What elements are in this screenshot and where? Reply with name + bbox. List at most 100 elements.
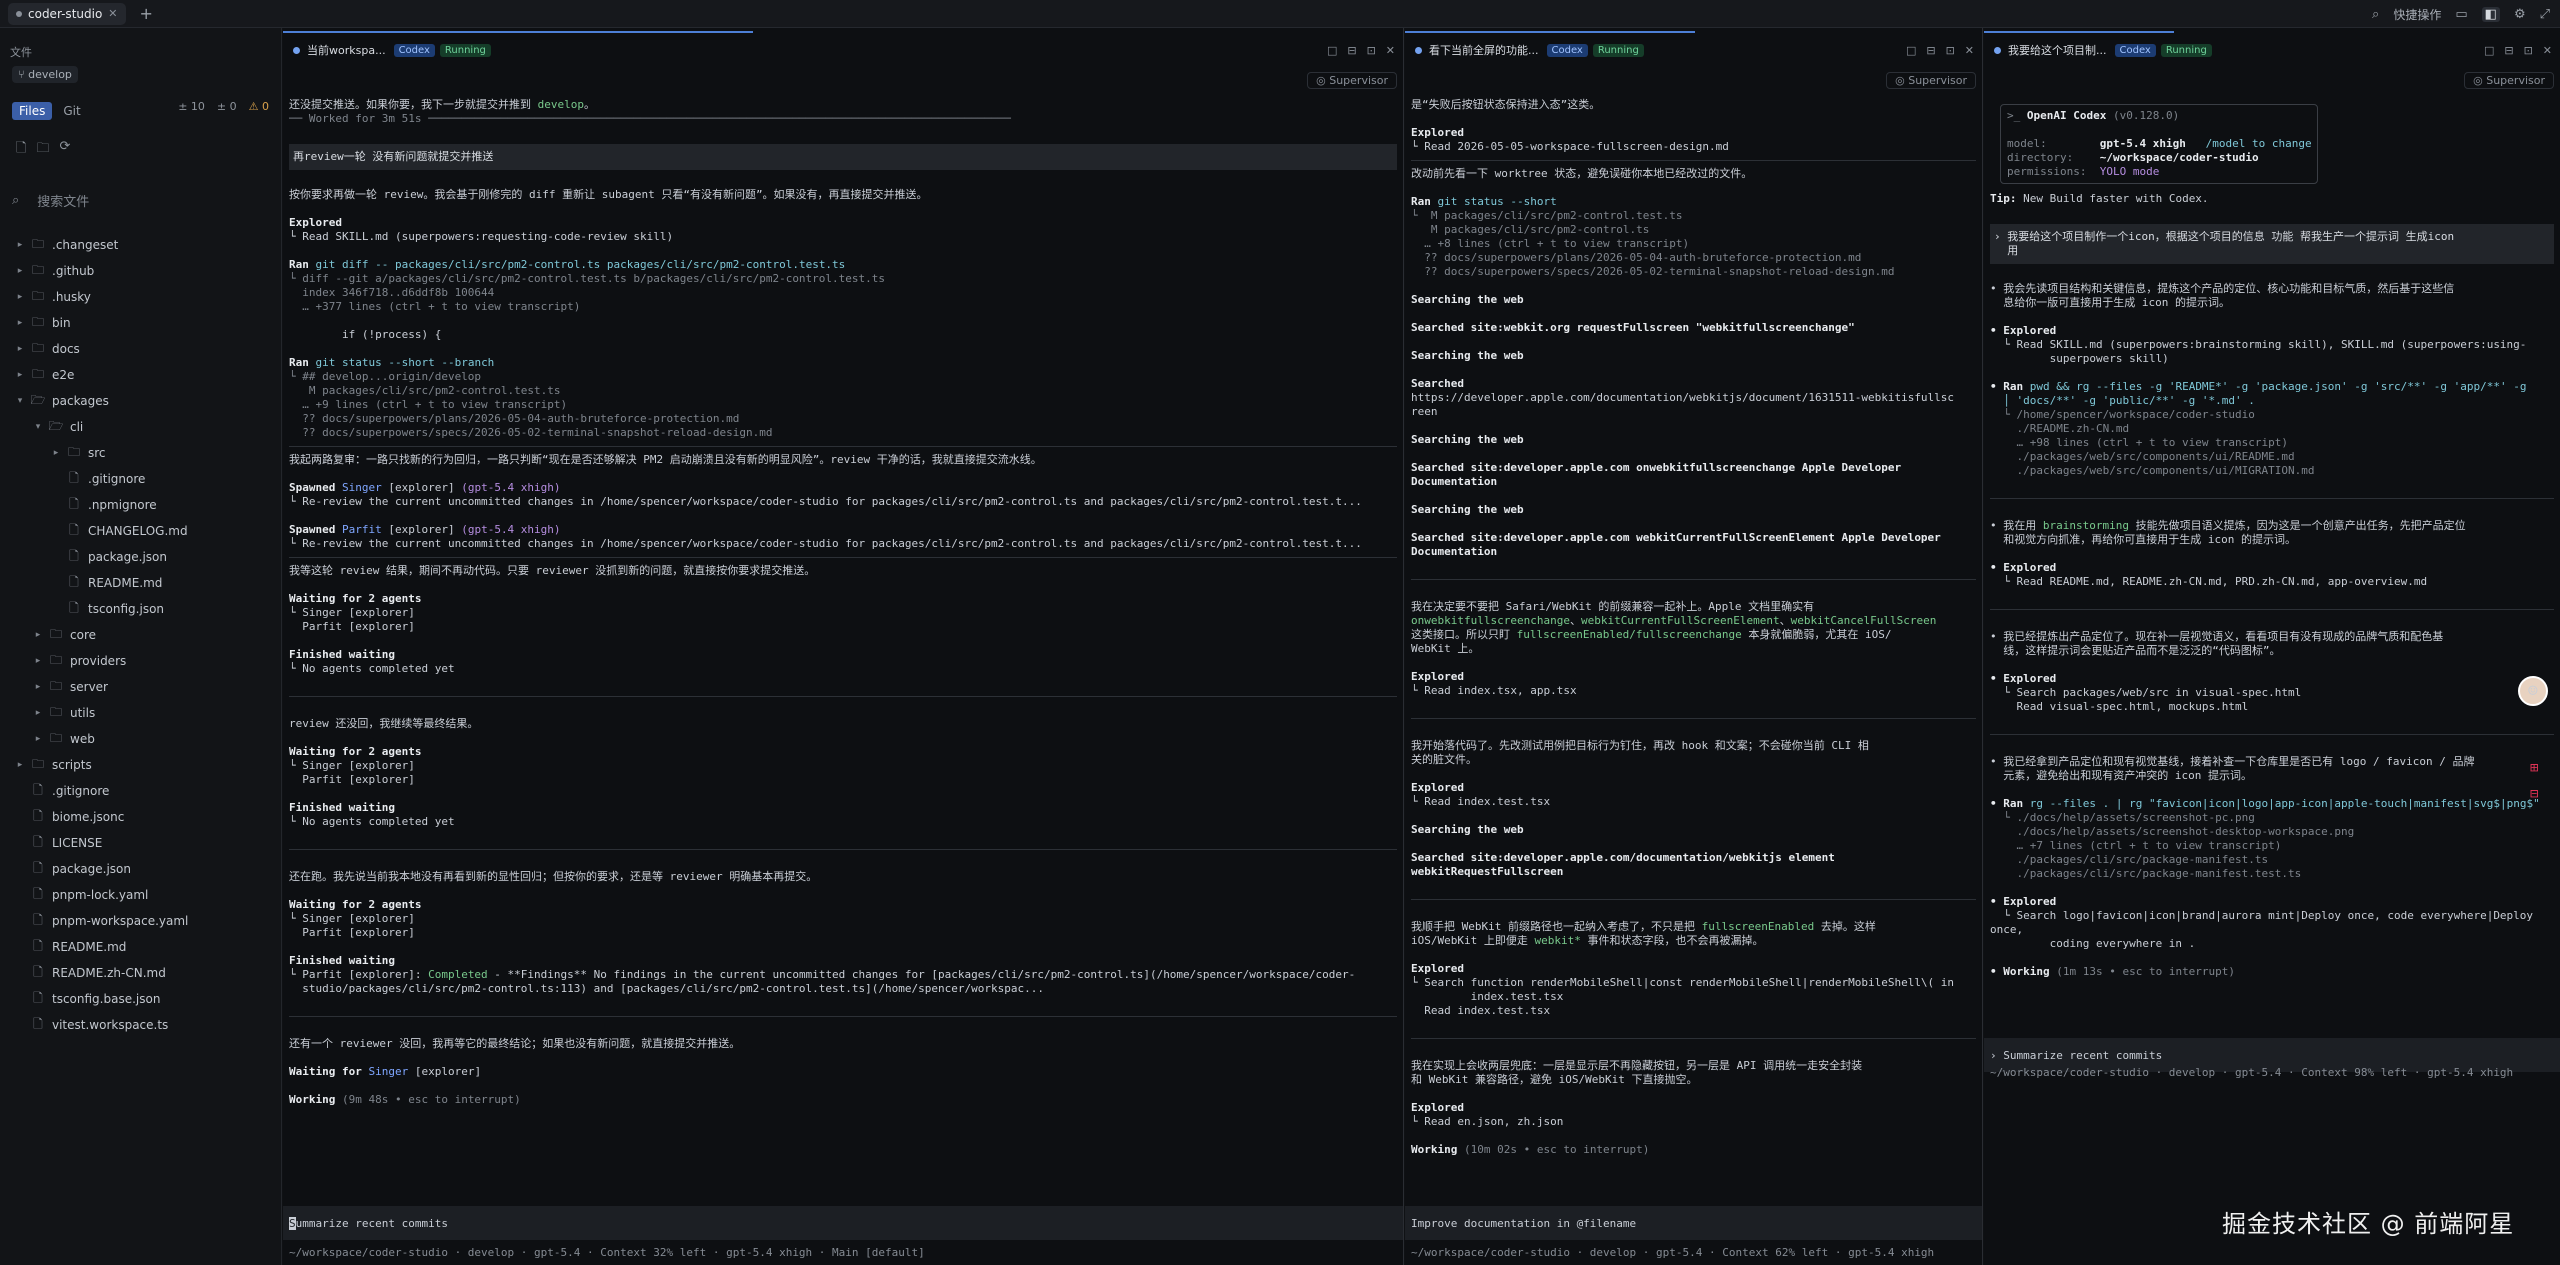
close-icon[interactable]: ✕: [1386, 44, 1395, 57]
tree-folder[interactable]: ▾ 🗁 packages: [0, 388, 282, 414]
tree-file[interactable]: 🗋 package.json: [0, 544, 282, 570]
split-layout-icon[interactable]: ◧: [2481, 6, 2500, 22]
tree-folder[interactable]: ▸ 🗀 server: [0, 674, 282, 700]
close-icon[interactable]: ✕: [2543, 44, 2552, 57]
prompt-input[interactable]: Summarize recent commits: [283, 1206, 1403, 1240]
output-text: directory:: [2007, 151, 2100, 164]
output-line: └ ./docs/help/assets/screenshot-pc.png: [1990, 811, 2554, 825]
split-icon[interactable]: ⊟: [1926, 44, 1935, 57]
tree-file[interactable]: 🗋 .npmignore: [0, 492, 282, 518]
output-line: └ Parfit [explorer]: Completed - **Findi…: [289, 968, 1397, 982]
tree-folder[interactable]: ▸ 🗀 scripts: [0, 752, 282, 778]
output-line: ── Worked for 3m 51s ───────────────────…: [289, 112, 1397, 126]
top-bar: coder-studio ✕ + ⌕ 快捷操作 ▭ ◧ ⚙ ⤢: [0, 0, 2560, 28]
tree-file[interactable]: 🗋 README.zh-CN.md: [0, 960, 282, 986]
tree-folder[interactable]: ▸ 🗀 src: [0, 440, 282, 466]
output-line: ./docs/help/assets/screenshot-desktop-wo…: [1990, 825, 2554, 839]
tree-folder[interactable]: ▸ 🗀 web: [0, 726, 282, 752]
tree-file[interactable]: 🗋 .gitignore: [0, 466, 282, 492]
add-tab-icon[interactable]: +: [140, 4, 153, 23]
tree-file[interactable]: 🗋 pnpm-lock.yaml: [0, 882, 282, 908]
output-line: … +9 lines (ctrl + t to view transcript): [289, 398, 1397, 412]
maximize-icon[interactable]: □: [2484, 44, 2494, 57]
supervisor-button[interactable]: ◎ Supervisor: [1307, 72, 1397, 89]
tree-file[interactable]: 🗋 tsconfig.json: [0, 596, 282, 622]
sidebar-left-icon[interactable]: ▭: [2455, 7, 2467, 22]
minimize-icon[interactable]: ⊡: [1367, 44, 1376, 57]
gear-icon[interactable]: ⚙: [2514, 7, 2526, 22]
search-input[interactable]: 搜索文件: [37, 191, 89, 210]
tree-file[interactable]: 🗋 README.md: [0, 570, 282, 596]
supervisor-button[interactable]: ◎ Supervisor: [2464, 72, 2554, 89]
tree-file[interactable]: 🗋 biome.jsonc: [0, 804, 282, 830]
avatar[interactable]: ☺: [2518, 676, 2548, 706]
minimize-icon[interactable]: ⊡: [1946, 44, 1955, 57]
tree-folder[interactable]: ▸ 🗀 core: [0, 622, 282, 648]
close-icon[interactable]: ✕: [108, 7, 117, 20]
output-text: Searched: [1411, 377, 1464, 390]
close-icon[interactable]: ✕: [1965, 44, 1974, 57]
output-line: reen: [1411, 405, 1976, 419]
tree-item-label: package.json: [52, 862, 132, 876]
search-icon[interactable]: ⌕: [2372, 7, 2379, 22]
tab-git[interactable]: Git: [56, 102, 87, 120]
file-search[interactable]: ⌕ 搜索文件: [12, 191, 270, 210]
split-icon[interactable]: ⊟: [2504, 44, 2513, 57]
tree-folder[interactable]: ▸ 🗀 e2e: [0, 362, 282, 388]
branch-badge[interactable]: ⑂ develop: [12, 66, 78, 83]
minimize-icon[interactable]: ⊡: [2524, 44, 2533, 57]
file-icon: 🗋: [33, 782, 43, 797]
output-text: Searching the web: [1411, 503, 1524, 516]
grid-icon[interactable]: ⊞: [2530, 760, 2538, 776]
tree-folder[interactable]: ▸ 🗀 .husky: [0, 284, 282, 310]
output-text: once,: [1990, 923, 2024, 936]
tree-file[interactable]: 🗋 .gitignore: [0, 778, 282, 804]
output-text: • Explored: [1990, 324, 2057, 337]
tree-folder[interactable]: ▸ 🗀 bin: [0, 310, 282, 336]
tree-folder[interactable]: ▸ 🗀 utils: [0, 700, 282, 726]
maximize-icon[interactable]: □: [1327, 44, 1337, 57]
tree-file[interactable]: 🗋 README.md: [0, 934, 282, 960]
quick-action-label[interactable]: 快捷操作: [2393, 6, 2441, 23]
tree-file[interactable]: 🗋 tsconfig.base.json: [0, 986, 282, 1012]
output-line: ./packages/cli/src/package-manifest.ts: [1990, 853, 2554, 867]
maximize-icon[interactable]: □: [1906, 44, 1916, 57]
tree-file[interactable]: 🗋 CHANGELOG.md: [0, 518, 282, 544]
output-text: /model to change: [2185, 137, 2311, 150]
prompt-input[interactable]: Improve documentation in @filename: [1405, 1206, 1982, 1240]
panel-header: 当前workspa... Codex Running □ ⊟ ⊡ ✕: [283, 38, 1403, 62]
chat-icon[interactable]: ⊟: [2530, 786, 2538, 802]
sidebar-tabs: Files Git: [12, 102, 88, 120]
tab-files[interactable]: Files: [12, 102, 53, 120]
output-text: Explored: [1411, 1101, 1464, 1114]
divider: [1411, 718, 1976, 719]
tree-folder[interactable]: ▾ 🗁 cli: [0, 414, 282, 440]
panel-title: 当前workspa...: [307, 44, 386, 57]
supervisor-button[interactable]: ◎ Supervisor: [1886, 72, 1976, 89]
workspace-tab[interactable]: coder-studio ✕: [8, 2, 126, 25]
tree-file[interactable]: 🗋 package.json: [0, 856, 282, 882]
new-folder-icon[interactable]: 🗀: [36, 139, 49, 161]
tree-folder[interactable]: ▸ 🗀 providers: [0, 648, 282, 674]
refresh-icon[interactable]: ⟳: [59, 139, 70, 161]
tree-file[interactable]: 🗋 vitest.workspace.ts: [0, 1012, 282, 1038]
tree-folder[interactable]: ▸ 🗀 .changeset: [0, 232, 282, 258]
output-text: 我在决定要不要把 Safari/WebKit 的前缀兼容一起补上。Apple 文…: [1411, 600, 1815, 613]
output-line: Read visual-spec.html, mockups.html: [1990, 700, 2554, 714]
output-text: Documentation: [1411, 545, 1498, 558]
tree-file[interactable]: 🗋 LICENSE: [0, 830, 282, 856]
expand-icon[interactable]: ⤢: [2540, 7, 2550, 22]
split-icon[interactable]: ⊟: [1347, 44, 1356, 57]
tree-folder[interactable]: ▸ 🗀 .github: [0, 258, 282, 284]
output-line: └ Re-review the current uncommitted chan…: [289, 537, 1397, 551]
new-file-icon[interactable]: 🗋: [16, 139, 26, 161]
tree-file[interactable]: 🗋 pnpm-workspace.yaml: [0, 908, 282, 934]
output-text: git status --short: [1437, 195, 1557, 208]
tree-folder[interactable]: ▸ 🗀 docs: [0, 336, 282, 362]
